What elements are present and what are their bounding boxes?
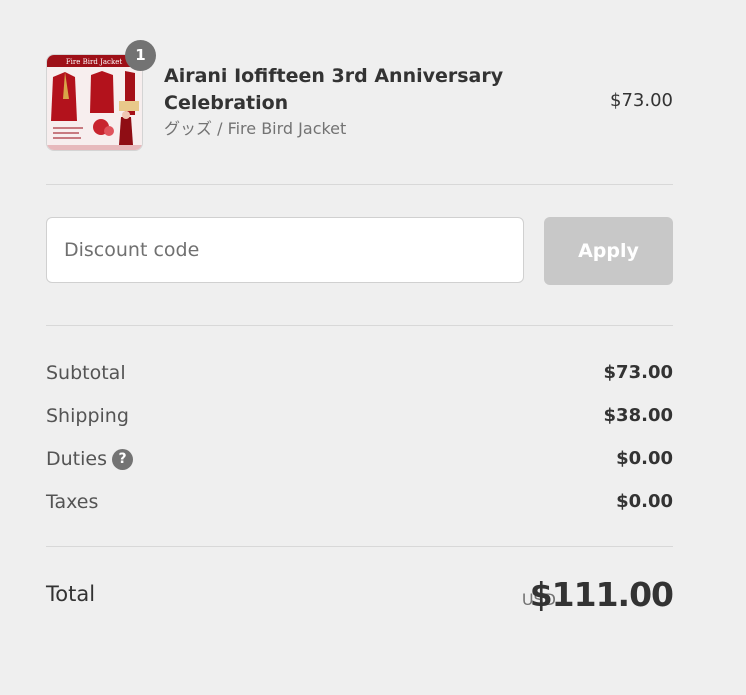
- product-title: Airani Iofifteen 3rd Anniversary Celebra…: [164, 65, 504, 114]
- apply-discount-button[interactable]: Apply: [544, 217, 673, 285]
- taxes-value: $0.00: [616, 491, 673, 512]
- taxes-row: Taxes $0.00: [46, 488, 673, 516]
- subtotal-row: Subtotal $73.00: [46, 359, 673, 387]
- product-variant: グッズ / Fire Bird Jacket: [164, 119, 347, 138]
- taxes-label: Taxes: [46, 491, 99, 513]
- subtotal-value: $73.00: [603, 362, 673, 383]
- line-item: Fire Bird Jacket 1 Airani Iofifteen 3rd …: [46, 40, 673, 151]
- product-thumbnail: Fire Bird Jacket: [46, 54, 143, 151]
- shipping-value: $38.00: [603, 405, 673, 426]
- subtotal-label: Subtotal: [46, 362, 126, 384]
- quantity-badge: 1: [125, 40, 156, 71]
- duties-value: $0.00: [616, 448, 673, 469]
- product-info: Airani Iofifteen 3rd Anniversary Celebra…: [164, 63, 524, 140]
- duties-row: Duties? $0.00: [46, 445, 673, 473]
- product-price: $73.00: [610, 90, 673, 111]
- shipping-row: Shipping $38.00: [46, 402, 673, 430]
- total-amount: $111.00: [529, 575, 674, 614]
- discount-code-input[interactable]: [46, 217, 524, 283]
- divider: [46, 184, 673, 185]
- divider: [46, 546, 673, 547]
- shipping-label: Shipping: [46, 405, 129, 427]
- help-icon[interactable]: ?: [112, 449, 133, 470]
- duties-label: Duties: [46, 448, 107, 470]
- divider: [46, 325, 673, 326]
- thumbnail-banner-text: Fire Bird Jacket: [66, 58, 123, 66]
- total-label: Total: [46, 582, 96, 606]
- duties-label-group: Duties?: [46, 445, 133, 473]
